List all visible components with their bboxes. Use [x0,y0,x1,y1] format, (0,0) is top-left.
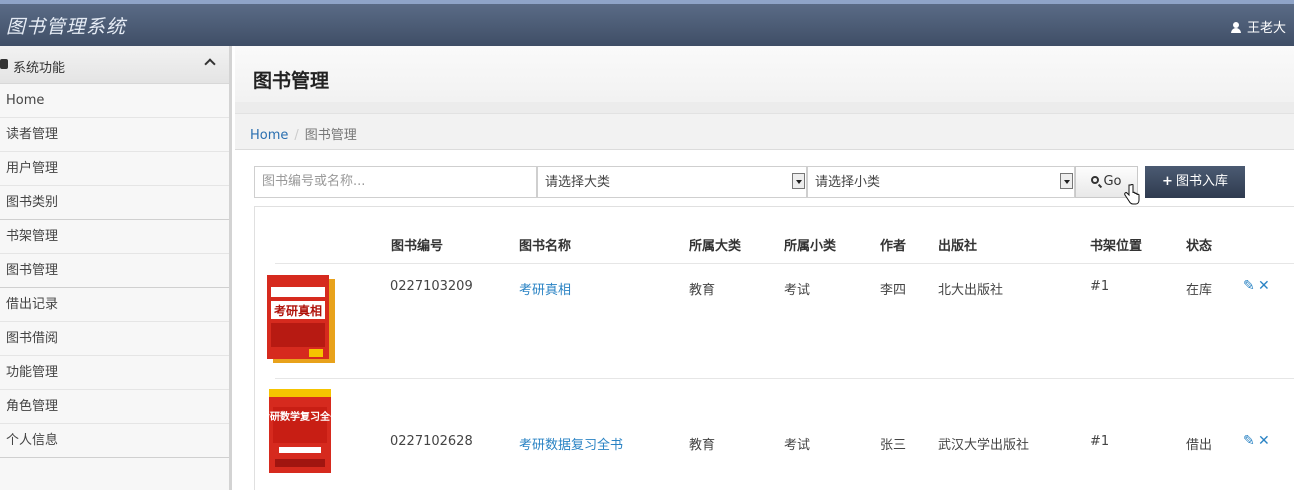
section-icon [0,59,8,69]
delete-icon[interactable]: ✕ [1258,278,1270,294]
column-header-author[interactable]: 作者 [880,235,906,254]
sidebar-item-roles[interactable]: 角色管理 [0,390,229,424]
breadcrumb-current: 图书管理 [304,128,357,143]
sidebar: 系统功能 Home 读者管理 用户管理 图书类别 书架管理 图书管理 借出记录 … [0,46,232,490]
main-content: 图书管理 Home / 图书管理 图书编号或名称... 请选择大类 请选择小类 Go… [235,46,1294,490]
breadcrumb-separator: / [294,128,299,143]
dropdown-arrow-icon[interactable] [1060,173,1073,189]
page-title: 图书管理 [253,70,330,92]
sidebar-item-home[interactable]: Home [0,84,229,118]
user-name: 王老大 [1246,21,1286,36]
minor-category-select[interactable]: 请选择小类 [807,166,1075,198]
breadcrumb: Home / 图书管理 [235,114,1294,150]
book-id: 0227102628 [390,434,473,449]
book-cover-image[interactable]: 考研数学复习全书 [265,387,339,479]
column-header-id[interactable]: 图书编号 [391,235,443,254]
chevron-up-icon[interactable] [204,58,216,70]
sidebar-item-users[interactable]: 用户管理 [0,152,229,186]
add-book-label: 图书入库 [1175,174,1228,189]
cover-title: 考研真相 [274,303,322,318]
book-minor-category: 考试 [784,438,811,453]
header-divider [235,102,1294,114]
add-book-button[interactable]: + 图书入库 [1145,166,1245,198]
search-icon [1091,176,1100,184]
user-menu[interactable]: 王老大 [1230,17,1286,36]
app-title[interactable]: 图书管理系统 [6,12,126,39]
book-major-category: 教育 [689,438,716,453]
top-navbar: 图书管理系统 王老大 [0,0,1294,46]
book-status: 在库 [1186,283,1213,298]
dropdown-arrow-icon[interactable] [792,173,805,189]
breadcrumb-home-link[interactable]: Home [250,128,288,143]
edit-icon[interactable]: ✎ [1243,278,1255,294]
column-header-publisher[interactable]: 出版社 [938,235,977,254]
book-id: 0227103209 [390,279,473,294]
book-shelf: #1 [1090,434,1110,449]
book-name-link[interactable]: 考研真相 [519,279,571,298]
column-header-name[interactable]: 图书名称 [519,235,571,254]
book-shelf: #1 [1090,279,1110,294]
book-author: 张三 [880,438,907,453]
minor-category-value: 请选择小类 [815,175,881,190]
book-author: 李四 [880,283,907,298]
sidebar-item-loan-records[interactable]: 借出记录 [0,288,229,322]
sidebar-item-borrow[interactable]: 图书借阅 [0,322,229,356]
pointer-cursor-icon [1124,184,1140,205]
sidebar-section-header[interactable]: 系统功能 [0,46,229,84]
book-name-link[interactable]: 考研数据复习全书 [519,434,623,453]
edit-icon[interactable]: ✎ [1243,433,1255,449]
row-divider [275,378,1294,379]
user-icon [1230,22,1241,33]
book-publisher: 北大出版社 [938,283,1004,298]
sidebar-item-books[interactable]: 图书管理 [0,254,229,288]
books-table: 图书编号 图书名称 所属大类 所属小类 作者 出版社 书架位置 状态 考研真相 … [254,206,1294,490]
column-header-shelf[interactable]: 书架位置 [1090,235,1142,254]
sidebar-item-categories[interactable]: 图书类别 [0,186,229,220]
search-input[interactable]: 图书编号或名称... [254,166,537,198]
book-major-category: 教育 [689,283,716,298]
sidebar-section-title: 系统功能 [13,61,66,76]
book-minor-category: 考试 [784,283,811,298]
go-button-label: Go [1103,174,1122,189]
column-header-status[interactable]: 状态 [1186,235,1212,254]
column-header-minor[interactable]: 所属小类 [784,235,836,254]
major-category-value: 请选择大类 [545,175,611,190]
plus-icon: + [1162,174,1173,189]
book-status: 借出 [1186,438,1213,453]
sidebar-item-readers[interactable]: 读者管理 [0,118,229,152]
sidebar-item-functions[interactable]: 功能管理 [0,356,229,390]
row-divider [275,263,1294,264]
major-category-select[interactable]: 请选择大类 [537,166,807,198]
column-header-major[interactable]: 所属大类 [689,235,741,254]
delete-icon[interactable]: ✕ [1258,433,1270,449]
sidebar-item-profile[interactable]: 个人信息 [0,424,229,458]
cover-title: 考研数学复习全书 [265,410,339,423]
book-publisher: 武汉大学出版社 [938,438,1030,453]
sidebar-item-shelves[interactable]: 书架管理 [0,220,229,254]
book-cover-image[interactable]: 考研真相 [265,273,339,365]
